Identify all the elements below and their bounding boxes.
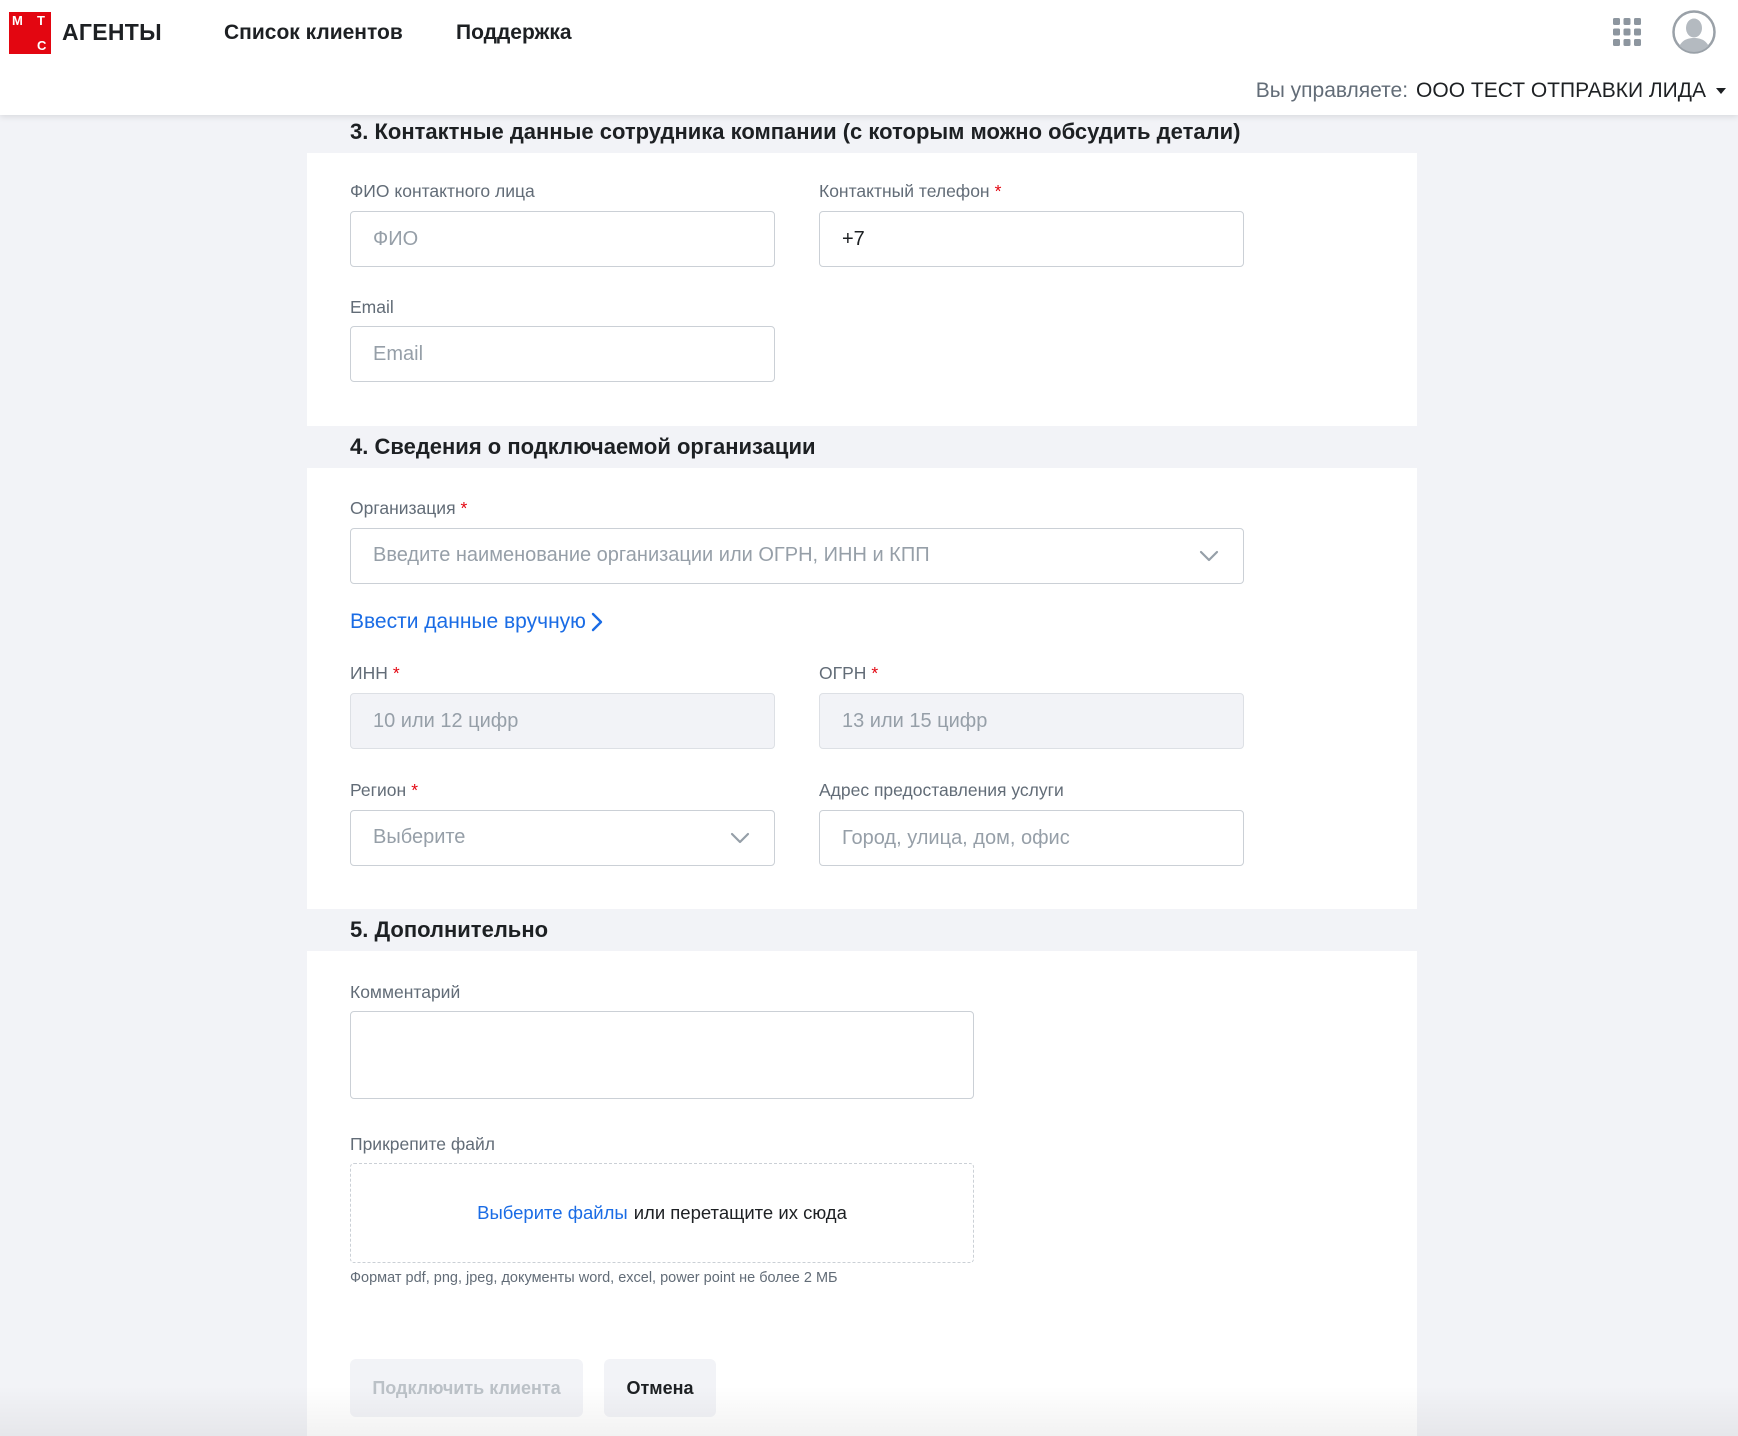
phone-label: Контактный телефон *: [819, 181, 1002, 201]
ogrn-label: ОГРН *: [819, 663, 879, 683]
region-select[interactable]: Выберите: [350, 810, 775, 866]
drop-hint-text: или перетащите их сюда: [633, 1202, 847, 1223]
organization-label: Организация *: [350, 498, 468, 518]
region-label: Регион *: [350, 780, 419, 800]
user-avatar-icon[interactable]: [1672, 10, 1716, 54]
client-form-card: 3. Контактные данные сотрудника компании…: [307, 111, 1417, 1436]
logo-letter: С: [37, 38, 47, 53]
manage-org-name: ООО ТЕСТ ОТПРАВКИ ЛИДА: [1416, 79, 1706, 102]
comment-label: Комментарий: [350, 982, 461, 1002]
file-format-hint: Формат pdf, png, jpeg, документы word, e…: [350, 1270, 838, 1286]
brand-title[interactable]: АГЕНТЫ: [62, 18, 162, 46]
address-input[interactable]: [819, 810, 1244, 866]
caret-down-icon: [1716, 88, 1726, 94]
fio-label: ФИО контактного лица: [350, 181, 535, 201]
chevron-right-icon: [591, 612, 603, 632]
ogrn-input[interactable]: [819, 693, 1244, 749]
enter-manually-label: Ввести данные вручную: [350, 610, 586, 633]
fio-input[interactable]: [350, 211, 775, 267]
nav-client-list[interactable]: Список клиентов: [224, 19, 403, 47]
choose-files-link[interactable]: Выберите файлы: [477, 1202, 628, 1224]
top-header: М Т С АГЕНТЫ Список клиентов Поддержка В…: [0, 0, 1738, 115]
apps-grid-icon[interactable]: [1612, 17, 1642, 47]
attach-file-label: Прикрепите файл: [350, 1134, 495, 1154]
comment-textarea[interactable]: [350, 1011, 974, 1099]
organization-search-select[interactable]: Введите наименование организации или ОГР…: [350, 528, 1244, 584]
phone-input[interactable]: [819, 211, 1244, 267]
mts-logo[interactable]: М Т С: [9, 12, 51, 54]
organization-placeholder: Введите наименование организации или ОГР…: [373, 544, 930, 566]
email-label: Email: [350, 297, 394, 317]
file-dropzone[interactable]: Выберите файлы или перетащите их сюда: [350, 1163, 974, 1263]
address-label: Адрес предоставления услуги: [819, 780, 1064, 800]
chevron-down-icon: [730, 832, 750, 844]
cancel-button[interactable]: Отмена: [604, 1359, 716, 1417]
managed-organization-selector[interactable]: Вы управляете: ООО ТЕСТ ОТПРАВКИ ЛИДА: [1256, 78, 1726, 104]
manage-label: Вы управляете:: [1255, 79, 1409, 102]
enter-manually-link[interactable]: Ввести данные вручную: [350, 609, 603, 635]
logo-letter: Т: [37, 13, 45, 28]
inn-label: ИНН *: [350, 663, 400, 683]
inn-input[interactable]: [350, 693, 775, 749]
chevron-down-icon: [1199, 550, 1219, 562]
section-title-contacts: 3. Контактные данные сотрудника компании…: [307, 111, 1417, 153]
section-title-organization: 4. Сведения о подключаемой организации: [307, 426, 1417, 468]
connect-client-button[interactable]: Подключить клиента: [350, 1359, 583, 1417]
region-placeholder: Выберите: [373, 826, 466, 848]
section-title-additional: 5. Дополнительно: [307, 909, 1417, 951]
nav-support[interactable]: Поддержка: [456, 19, 572, 47]
email-input[interactable]: [350, 326, 775, 382]
logo-letter: М: [12, 13, 23, 28]
